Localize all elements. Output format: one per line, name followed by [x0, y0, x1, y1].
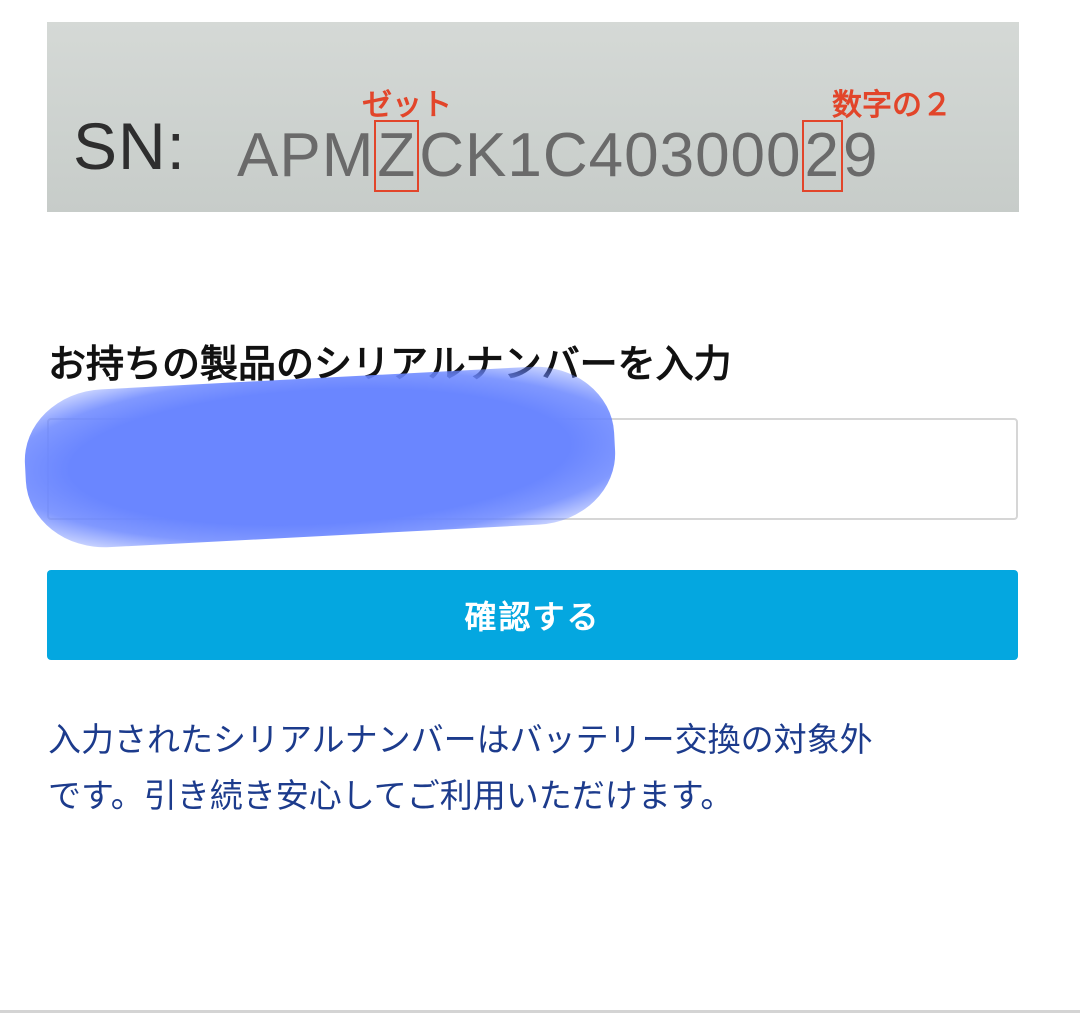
serial-part: 9	[843, 121, 879, 190]
confirm-button[interactable]: 確認する	[47, 570, 1018, 660]
redaction-overlay	[21, 362, 619, 552]
serial-example-photo: ゼット 数字の２ SN: APMZCK1C40300029	[47, 22, 1019, 212]
result-message-line: 入力されたシリアルナンバーはバッテリー交換の対象外	[48, 720, 873, 759]
highlighted-z-char: Z	[374, 120, 420, 192]
result-message: 入力されたシリアルナンバーはバッテリー交換の対象外 です。引き続き安心してご利用…	[48, 712, 1033, 824]
example-serial-number: APMZCK1C40300029	[237, 120, 878, 192]
annotation-zed-label: ゼット	[362, 88, 452, 123]
annotation-digit-two-label: 数字の２	[832, 88, 952, 123]
result-message-line: です。引き続き安心してご利用いただけます。	[48, 776, 734, 815]
serial-part: CK1C403000	[419, 121, 802, 190]
sn-label: SN:	[73, 109, 187, 183]
highlighted-two-char: 2	[801, 120, 843, 192]
serial-part: APM	[237, 121, 375, 190]
